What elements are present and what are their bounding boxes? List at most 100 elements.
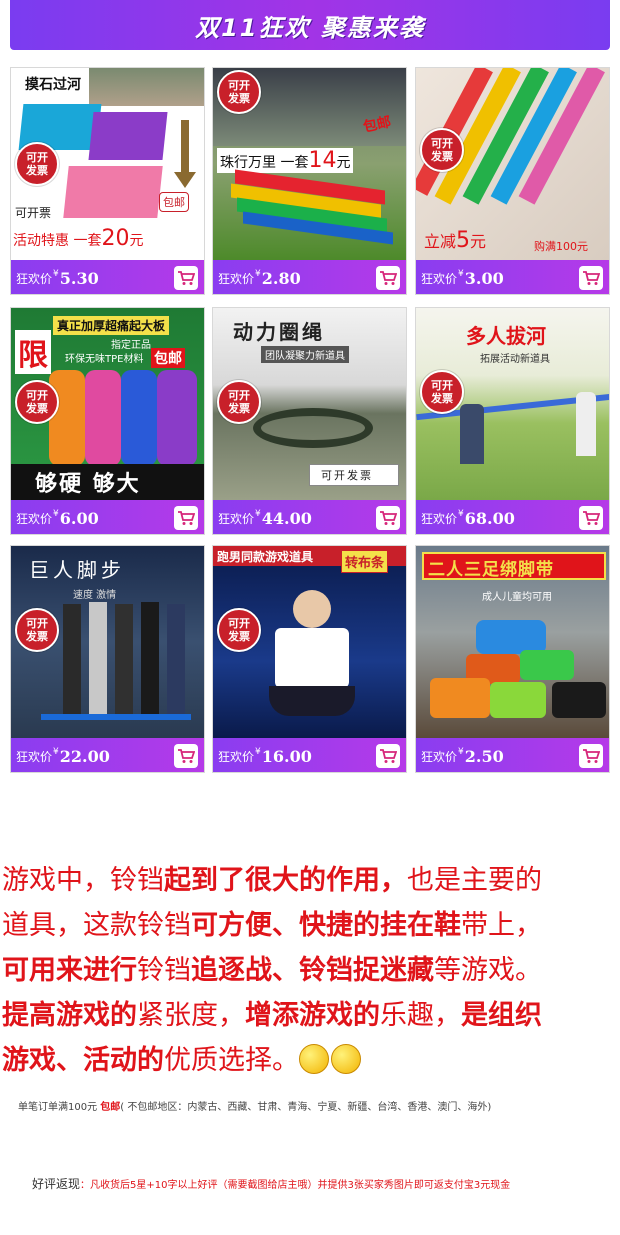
product-card[interactable]: 限 真正加厚超痛起大板 指定正品 环保无味TPE材料 包邮 够硬 够大 可开 发票… xyxy=(10,307,205,535)
price-label: 狂欢价 xyxy=(16,749,53,764)
promo-label: 立减 xyxy=(424,232,457,251)
invoice-badge: 可开 发票 xyxy=(15,380,59,424)
product-image[interactable]: 限 真正加厚超痛起大板 指定正品 环保无味TPE材料 包邮 够硬 够大 可开 发票 xyxy=(11,308,204,500)
desc-segment: 可方便、快捷的挂在鞋 xyxy=(191,910,461,941)
desc-segment: 游戏、活动 xyxy=(2,1045,137,1076)
promo-sub: 购满100元 xyxy=(534,240,588,253)
lime-strap xyxy=(490,682,546,718)
price-bar: 狂欢价 ¥16.00 xyxy=(213,738,406,772)
currency-symbol: ¥ xyxy=(53,269,59,279)
add-to-cart-button[interactable] xyxy=(376,506,400,530)
promo-unit: 元 xyxy=(129,233,144,249)
product-card[interactable]: 巨人脚步 速度 激情 可开 发票 狂欢价 ¥22.00 xyxy=(10,545,205,773)
badge-line1: 可开 xyxy=(431,137,453,150)
add-to-cart-button[interactable] xyxy=(579,266,603,290)
product-image[interactable]: 跑男同款游戏道具 转布条 可开 发票 xyxy=(213,546,406,738)
review-text: ：凡收货后5星+10字以上好评（需要截图给店主哦）并提供3张买家秀图片即可返支付… xyxy=(80,1180,511,1191)
desc-segment: 带上， xyxy=(461,910,542,941)
product-card[interactable]: 摸石过河 包邮 可开票 活动特惠 一套20元 可开 发票 狂欢价 ¥5.30 xyxy=(10,67,205,295)
cart-icon xyxy=(178,749,195,763)
promo-label: 珠行万里 一套 xyxy=(220,155,309,171)
currency-symbol: ¥ xyxy=(255,269,261,279)
add-to-cart-button[interactable] xyxy=(376,744,400,768)
product-image[interactable]: 珠行万里 一套14元 包邮 可开 发票 xyxy=(213,68,406,260)
product-card[interactable]: 珠行万里 一套14元 包邮 可开 发票 狂欢价 ¥2.80 xyxy=(212,67,407,295)
price-label: 狂欢价 xyxy=(421,271,458,286)
add-to-cart-button[interactable] xyxy=(579,506,603,530)
desc-segment: 的 xyxy=(353,1000,380,1031)
currency-symbol: ¥ xyxy=(458,747,464,757)
product-image[interactable]: 立减5元 购满100元 可开 发票 xyxy=(416,68,609,260)
add-to-cart-button[interactable] xyxy=(376,266,400,290)
limit-label: 限 xyxy=(15,330,51,374)
cart-icon xyxy=(380,271,397,285)
invoice-badge: 可开 发票 xyxy=(217,380,261,424)
desc-segment: 追逐战、铃铛 xyxy=(191,955,353,986)
price-label: 狂欢价 xyxy=(218,271,255,286)
desc-segment: 紧张度， xyxy=(137,1000,245,1031)
price-value: 6.00 xyxy=(59,508,99,528)
purple-block xyxy=(88,112,168,160)
product-title: 摸石过河 xyxy=(25,77,81,93)
desc-segment: 优质选择。 xyxy=(164,1045,299,1076)
product-description: 游戏中，铃铛起到了很大的作用，也是主要的 道具，这款铃铛可方便、快捷的挂在鞋带上… xyxy=(2,858,614,1083)
pink-block xyxy=(63,166,163,218)
desc-segment: 可用来进行 xyxy=(2,955,137,986)
shipping-note: 单笔订单满100元 包邮( 不包邮地区：内蒙古、西藏、甘肃、青海、宁夏、新疆、台… xyxy=(18,1098,618,1113)
person-3 xyxy=(115,604,133,714)
cart-icon xyxy=(178,271,195,285)
add-to-cart-button[interactable] xyxy=(174,266,198,290)
desc-segment: 的 xyxy=(110,1000,137,1031)
banner-title: 双11狂欢 聚惠来袭 xyxy=(195,13,425,42)
product-subtitle: 团队凝聚力新道具 xyxy=(261,346,349,363)
add-to-cart-button[interactable] xyxy=(174,506,198,530)
player-left xyxy=(460,404,484,464)
black-strap xyxy=(552,682,606,718)
free-shipping-text: 包邮 xyxy=(100,1102,121,1113)
price-bar: 狂欢价 ¥22.00 xyxy=(11,738,204,772)
product-card[interactable]: 立减5元 购满100元 可开 发票 狂欢价 ¥3.00 xyxy=(415,67,610,295)
desc-segment: 铃铛 xyxy=(137,955,191,986)
desc-segment: 是组织 xyxy=(461,1000,542,1031)
invoice-text: 可开发票 xyxy=(321,469,373,482)
add-to-cart-button[interactable] xyxy=(174,744,198,768)
price-bar: 狂欢价 ¥2.50 xyxy=(416,738,609,772)
add-to-cart-button[interactable] xyxy=(579,744,603,768)
person-2 xyxy=(89,602,107,714)
promo-number: 14 xyxy=(308,148,337,173)
product-card[interactable]: 多人拔河 拓展活动新道具 可开 发票 狂欢价 ¥68.00 xyxy=(415,307,610,535)
product-card[interactable]: 动力圈绳 团队凝聚力新道具 可开发票 可开 发票 狂欢价 ¥44.00 xyxy=(212,307,407,535)
badge-line1: 可开 xyxy=(431,379,453,392)
desc-line: 道具，这款铃铛可方便、快捷的挂在鞋带上， xyxy=(2,903,614,948)
invoice-badge: 可开 发票 xyxy=(15,142,59,186)
price-value: 22.00 xyxy=(59,746,110,766)
person-head xyxy=(293,590,331,628)
price-label: 狂欢价 xyxy=(16,271,53,286)
desc-segment: 乐趣， xyxy=(380,1000,461,1031)
smile-emoji-icon xyxy=(299,1044,329,1074)
badge-line2: 发票 xyxy=(431,150,453,163)
tag-label: 转布条 xyxy=(341,550,389,573)
product-subtitle: 拓展活动新道具 xyxy=(480,354,550,365)
shipping-prefix: 单笔订单满100元 xyxy=(18,1102,101,1113)
arrow-down-icon xyxy=(174,172,196,188)
invoice-badge: 可开 发票 xyxy=(15,608,59,652)
product-card[interactable]: 跑男同款游戏道具 转布条 可开 发票 狂欢价 ¥16.00 xyxy=(212,545,407,773)
pink-board xyxy=(85,370,121,466)
blue-board xyxy=(121,370,157,466)
genuine-label: 指定正品 xyxy=(111,340,151,351)
product-image[interactable]: 动力圈绳 团队凝聚力新道具 可开发票 可开 发票 xyxy=(213,308,406,500)
product-card[interactable]: 二人三足绑脚带 成人儿童均可用 狂欢价 ¥2.50 xyxy=(415,545,610,773)
shipping-exclusions: ( 不包邮地区：内蒙古、西藏、甘肃、青海、宁夏、新疆、台湾、香港、澳门、海外) xyxy=(120,1102,492,1113)
promo-label: 活动特惠 一套 xyxy=(13,233,102,249)
product-image[interactable]: 巨人脚步 速度 激情 可开 发票 xyxy=(11,546,204,738)
material-label: 环保无味TPE材料 xyxy=(65,354,144,365)
product-image[interactable]: 多人拔河 拓展活动新道具 可开 发票 xyxy=(416,308,609,500)
player-right xyxy=(576,392,596,456)
product-image[interactable]: 摸石过河 包邮 可开票 活动特惠 一套20元 可开 发票 xyxy=(11,68,204,260)
cart-icon xyxy=(583,511,600,525)
desc-line: 游戏、活动的优质选择。 xyxy=(2,1038,614,1083)
product-image[interactable]: 二人三足绑脚带 成人儿童均可用 xyxy=(416,546,609,738)
price-value: 68.00 xyxy=(464,508,515,528)
price-label: 狂欢价 xyxy=(218,511,255,526)
